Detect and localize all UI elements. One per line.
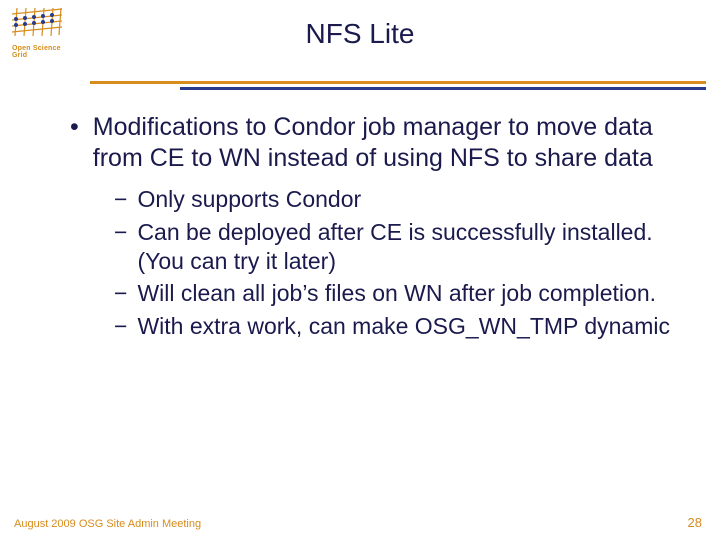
divider-orange <box>90 81 706 84</box>
grid-icon <box>12 8 62 38</box>
slide-header: Open Science Grid NFS Lite <box>0 0 720 90</box>
dash-icon: − <box>114 312 127 341</box>
main-bullet: • Modifications to Condor job manager to… <box>70 112 670 173</box>
slide-body: • Modifications to Condor job manager to… <box>0 90 720 341</box>
sub-bullet: − With extra work, can make OSG_WN_TMP d… <box>114 312 670 341</box>
dash-icon: − <box>114 218 127 276</box>
sub-bullet: − Can be deployed after CE is successful… <box>114 218 670 276</box>
sub-bullet-text: Will clean all job’s files on WN after j… <box>137 279 656 308</box>
main-bullet-text: Modifications to Condor job manager to m… <box>93 112 670 173</box>
sub-bullet: − Will clean all job’s files on WN after… <box>114 279 670 308</box>
footer-text: August 2009 OSG Site Admin Meeting <box>14 518 201 530</box>
sub-bullet-list: − Only supports Condor − Can be deployed… <box>70 185 670 341</box>
dash-icon: − <box>114 279 127 308</box>
bullet-icon: • <box>70 112 79 173</box>
sub-bullet-text: Can be deployed after CE is successfully… <box>137 218 670 276</box>
slide-number: 28 <box>688 515 702 530</box>
sub-bullet-text: Only supports Condor <box>137 185 361 214</box>
slide-title: NFS Lite <box>0 0 720 50</box>
divider-blue <box>180 87 706 90</box>
sub-bullet-text: With extra work, can make OSG_WN_TMP dyn… <box>137 312 670 341</box>
dash-icon: − <box>114 185 127 214</box>
sub-bullet: − Only supports Condor <box>114 185 670 214</box>
logo-label: Open Science Grid <box>12 45 72 59</box>
osg-logo: Open Science Grid <box>12 8 72 59</box>
